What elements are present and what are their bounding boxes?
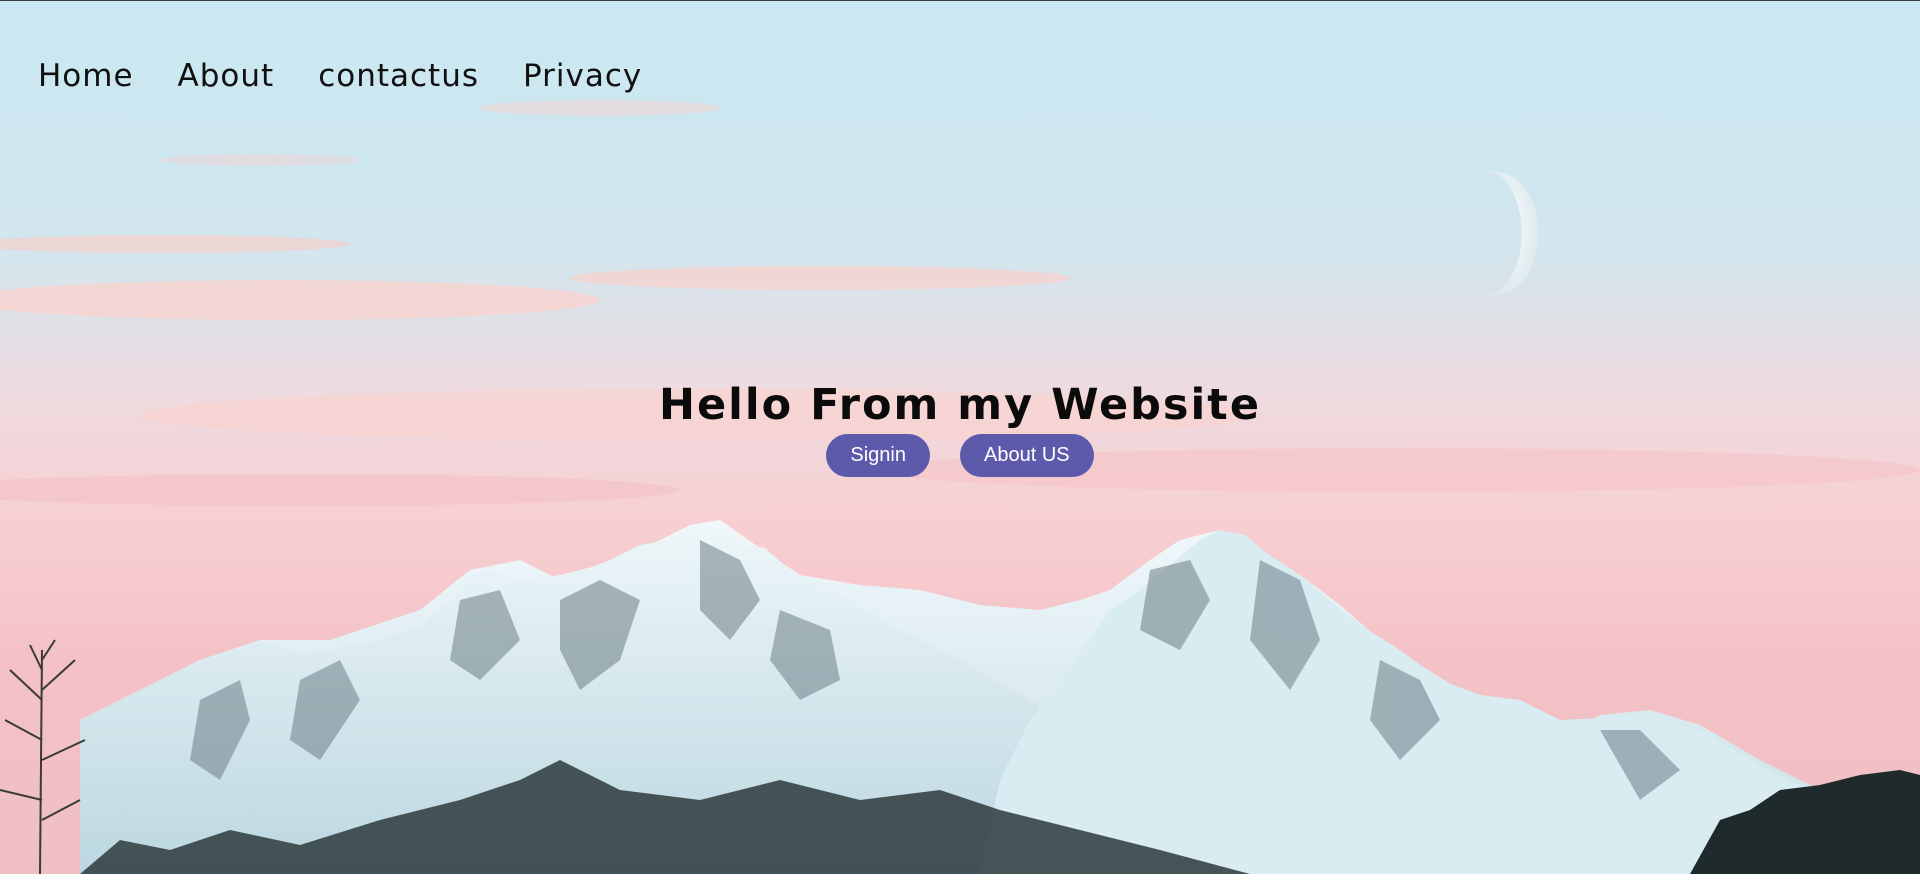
hero-buttons: Signin About US [0, 434, 1920, 477]
bottom-strip [0, 874, 1920, 880]
top-border [0, 0, 1920, 1]
top-nav: Home About contactus Privacy [38, 56, 686, 96]
nav-about-link[interactable]: About [178, 56, 275, 96]
signin-button[interactable]: Signin [826, 434, 930, 477]
nav-contactus-link[interactable]: contactus [318, 56, 479, 96]
page: Home About contactus Privacy Hello From … [0, 0, 1920, 880]
nav-home-link[interactable]: Home [38, 56, 134, 96]
nav-privacy-link[interactable]: Privacy [523, 56, 642, 96]
about-us-button[interactable]: About US [960, 434, 1094, 477]
hero-title: Hello From my Website [659, 379, 1261, 430]
